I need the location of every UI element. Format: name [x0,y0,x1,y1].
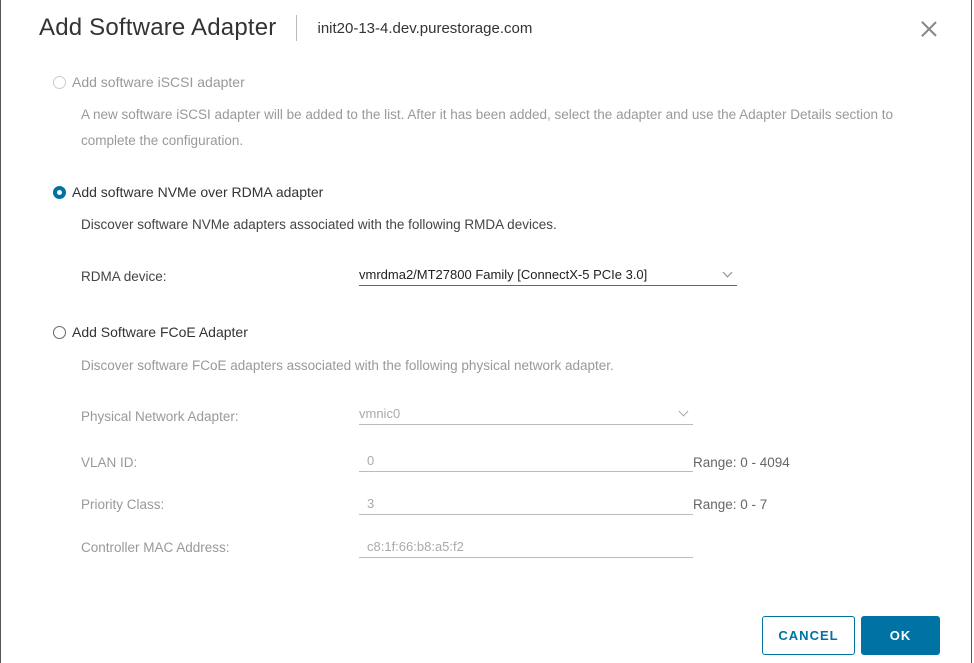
physical-adapter-value: vmnic0 [359,406,401,421]
mac-address-value: c8:1f:66:b8:a5:f2 [367,539,464,554]
header-separator [296,15,298,41]
vlan-id-value: 0 [367,453,375,468]
priority-class-value: 3 [367,496,375,511]
radio-iscsi-label: Add software iSCSI adapter [72,74,245,90]
radio-option-fcoe[interactable]: Add Software FCoE Adapter [53,324,248,340]
nvme-description: Discover software NVMe adapters associat… [81,217,557,232]
mac-address-label: Controller MAC Address: [81,540,230,555]
radio-nvme[interactable] [53,185,66,199]
physical-adapter-select[interactable]: vmnic0 [359,403,693,425]
rdma-device-value: vmrdma2/MT27800 Family [ConnectX-5 PCIe … [359,267,648,282]
priority-class-label: Priority Class: [81,497,165,512]
physical-adapter-label: Physical Network Adapter: [81,409,239,424]
vlan-id-label: VLAN ID: [81,455,138,470]
close-icon[interactable] [919,19,939,39]
iscsi-description: A new software iSCSI adapter will be add… [81,107,894,148]
chevron-down-icon [678,406,689,417]
host-name: init20-13-4.dev.purestorage.com [317,19,533,37]
rdma-device-select[interactable]: vmrdma2/MT27800 Family [ConnectX-5 PCIe … [359,264,737,286]
mac-address-input[interactable]: c8:1f:66:b8:a5:f2 [359,536,693,558]
add-software-adapter-dialog: Add Software Adapter init20-13-4.dev.pur… [0,0,972,663]
cancel-button[interactable]: CANCEL [762,616,855,655]
vlan-id-input[interactable]: 0 [359,450,693,472]
dialog-title: Add Software Adapter [39,14,277,41]
radio-nvme-label[interactable]: Add software NVMe over RDMA adapter [72,184,323,200]
dialog-header: Add Software Adapter init20-13-4.dev.pur… [39,14,532,42]
rdma-device-label: RDMA device: [81,269,167,284]
ok-button[interactable]: OK [861,616,940,655]
radio-option-iscsi: Add software iSCSI adapter [53,74,245,90]
chevron-down-icon [722,267,733,278]
priority-class-input[interactable]: 3 [359,493,693,515]
priority-range: Range: 0 - 7 [693,497,768,512]
fcoe-description: Discover software FCoE adapters associat… [81,358,614,373]
vlan-range: Range: 0 - 4094 [693,455,790,470]
radio-option-nvme[interactable]: Add software NVMe over RDMA adapter [53,184,323,200]
radio-fcoe[interactable] [53,325,66,339]
radio-iscsi [53,75,66,89]
radio-fcoe-label[interactable]: Add Software FCoE Adapter [72,324,248,340]
